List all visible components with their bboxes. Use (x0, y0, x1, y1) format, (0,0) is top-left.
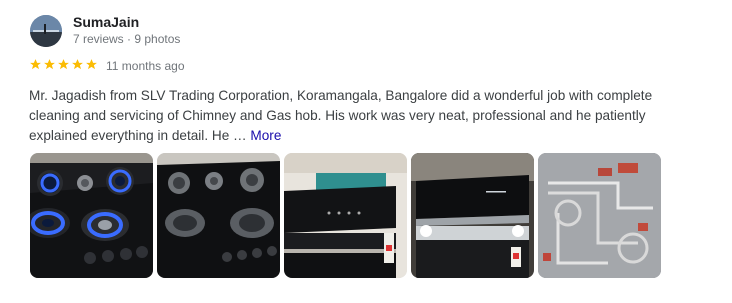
star-icon (72, 59, 83, 70)
review-photo-gas-hob-clean[interactable] (157, 153, 280, 278)
review-body: Mr. Jagadish from SLV Trading Corporatio… (29, 88, 653, 143)
review-photo-chimney-lit[interactable] (411, 153, 534, 278)
star-icon (44, 59, 55, 70)
review-card: SumaJain 7 reviews · 9 photos 11 months … (0, 0, 732, 303)
review-photo-gas-hob-flames[interactable] (30, 153, 153, 278)
review-photos (30, 153, 661, 278)
review-text: Mr. Jagadish from SLV Trading Corporatio… (29, 86, 689, 146)
star-icon (58, 59, 69, 70)
reviewer-name[interactable]: SumaJain (73, 14, 139, 30)
more-link[interactable]: More (250, 128, 281, 143)
reviewer-avatar[interactable] (30, 15, 62, 47)
reviewer-stats: 7 reviews · 9 photos (73, 32, 181, 46)
star-rating (29, 58, 98, 71)
review-photo-hob-internals[interactable] (538, 153, 661, 278)
star-icon (86, 59, 97, 70)
review-time: 11 months ago (106, 59, 185, 73)
star-icon (30, 59, 41, 70)
review-photo-chimney-off[interactable] (284, 153, 407, 278)
